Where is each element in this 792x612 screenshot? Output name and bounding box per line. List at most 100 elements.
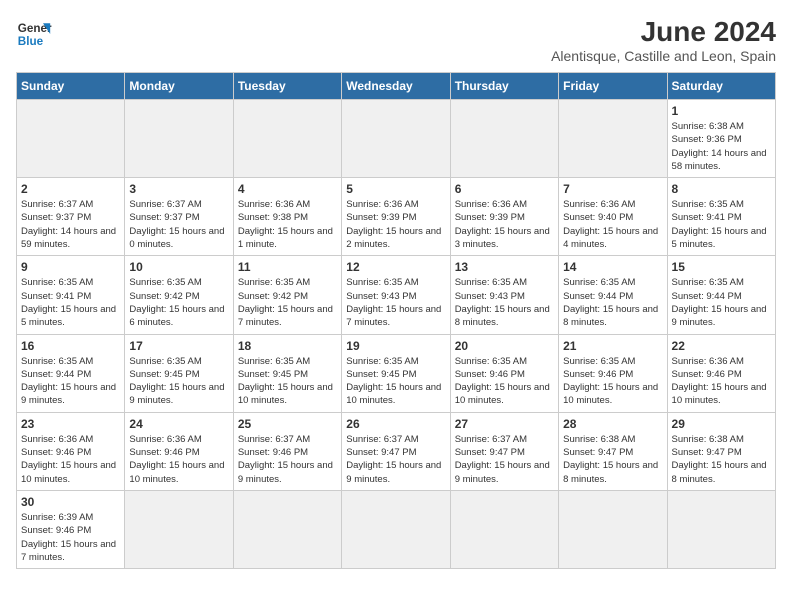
day-number: 7: [563, 182, 662, 196]
calendar-day-cell: 1 Sunrise: 6:38 AM Sunset: 9:36 PM Daylig…: [667, 100, 775, 178]
calendar-header-row: SundayMondayTuesdayWednesdayThursdayFrid…: [17, 73, 776, 100]
day-number: 1: [672, 104, 771, 118]
calendar-day-cell: 2 Sunrise: 6:37 AM Sunset: 9:37 PM Daylig…: [17, 178, 125, 256]
day-number: 16: [21, 339, 120, 353]
calendar-day-cell: 27 Sunrise: 6:37 AM Sunset: 9:47 PM Dayli…: [450, 412, 558, 490]
sun-info: Sunrise: 6:35 AM Sunset: 9:41 PM Dayligh…: [672, 199, 767, 250]
calendar-day-cell: [342, 490, 450, 568]
sun-info: Sunrise: 6:35 AM Sunset: 9:45 PM Dayligh…: [129, 356, 224, 407]
calendar-day-cell: [559, 100, 667, 178]
calendar-day-cell: 24 Sunrise: 6:36 AM Sunset: 9:46 PM Dayli…: [125, 412, 233, 490]
calendar-day-cell: 19 Sunrise: 6:35 AM Sunset: 9:45 PM Dayli…: [342, 334, 450, 412]
day-number: 6: [455, 182, 554, 196]
sun-info: Sunrise: 6:35 AM Sunset: 9:43 PM Dayligh…: [455, 277, 550, 328]
weekday-header-sunday: Sunday: [17, 73, 125, 100]
sun-info: Sunrise: 6:38 AM Sunset: 9:47 PM Dayligh…: [672, 434, 767, 485]
calendar-day-cell: 4Sunrise: 6:36 AM Sunset: 9:38 PM Daylig…: [233, 178, 341, 256]
calendar-day-cell: 16 Sunrise: 6:35 AM Sunset: 9:44 PM Dayli…: [17, 334, 125, 412]
day-number: 14: [563, 260, 662, 274]
calendar-day-cell: 23 Sunrise: 6:36 AM Sunset: 9:46 PM Dayli…: [17, 412, 125, 490]
calendar-day-cell: 6 Sunrise: 6:36 AM Sunset: 9:39 PM Daylig…: [450, 178, 558, 256]
day-number: 21: [563, 339, 662, 353]
day-number: 26: [346, 417, 445, 431]
sun-info: Sunrise: 6:39 AM Sunset: 9:46 PM Dayligh…: [21, 512, 116, 563]
day-number: 8: [672, 182, 771, 196]
sun-info: Sunrise: 6:35 AM Sunset: 9:42 PM Dayligh…: [238, 277, 333, 328]
calendar-subtitle: Alentisque, Castille and Leon, Spain: [551, 48, 776, 64]
day-number: 10: [129, 260, 228, 274]
sun-info: Sunrise: 6:35 AM Sunset: 9:42 PM Dayligh…: [129, 277, 224, 328]
calendar-day-cell: [233, 490, 341, 568]
sun-info: Sunrise: 6:37 AM Sunset: 9:46 PM Dayligh…: [238, 434, 333, 485]
sun-info: Sunrise: 6:35 AM Sunset: 9:41 PM Dayligh…: [21, 277, 116, 328]
calendar-table: SundayMondayTuesdayWednesdayThursdayFrid…: [16, 72, 776, 569]
generalblue-logo-icon: General Blue: [16, 16, 52, 52]
day-number: 15: [672, 260, 771, 274]
calendar-week-row: 16 Sunrise: 6:35 AM Sunset: 9:44 PM Dayli…: [17, 334, 776, 412]
calendar-day-cell: 9 Sunrise: 6:35 AM Sunset: 9:41 PM Daylig…: [17, 256, 125, 334]
day-number: 2: [21, 182, 120, 196]
calendar-day-cell: [450, 490, 558, 568]
sun-info: Sunrise: 6:38 AM Sunset: 9:36 PM Dayligh…: [672, 121, 767, 172]
calendar-day-cell: 30 Sunrise: 6:39 AM Sunset: 9:46 PM Dayli…: [17, 490, 125, 568]
day-number: 18: [238, 339, 337, 353]
calendar-day-cell: 28Sunrise: 6:38 AM Sunset: 9:47 PM Dayli…: [559, 412, 667, 490]
sun-info: Sunrise: 6:37 AM Sunset: 9:37 PM Dayligh…: [21, 199, 116, 250]
calendar-day-cell: 10 Sunrise: 6:35 AM Sunset: 9:42 PM Dayli…: [125, 256, 233, 334]
calendar-day-cell: 20Sunrise: 6:35 AM Sunset: 9:46 PM Dayli…: [450, 334, 558, 412]
header: General Blue June 2024 Alentisque, Casti…: [16, 16, 776, 64]
day-number: 23: [21, 417, 120, 431]
calendar-week-row: 23 Sunrise: 6:36 AM Sunset: 9:46 PM Dayli…: [17, 412, 776, 490]
calendar-title: June 2024: [551, 16, 776, 48]
sun-info: Sunrise: 6:35 AM Sunset: 9:44 PM Dayligh…: [563, 277, 658, 328]
sun-info: Sunrise: 6:36 AM Sunset: 9:46 PM Dayligh…: [129, 434, 224, 485]
day-number: 27: [455, 417, 554, 431]
day-number: 19: [346, 339, 445, 353]
sun-info: Sunrise: 6:36 AM Sunset: 9:46 PM Dayligh…: [672, 356, 767, 407]
day-number: 24: [129, 417, 228, 431]
day-number: 17: [129, 339, 228, 353]
weekday-header-friday: Friday: [559, 73, 667, 100]
calendar-day-cell: 7 Sunrise: 6:36 AM Sunset: 9:40 PM Daylig…: [559, 178, 667, 256]
day-number: 9: [21, 260, 120, 274]
sun-info: Sunrise: 6:35 AM Sunset: 9:44 PM Dayligh…: [672, 277, 767, 328]
calendar-day-cell: [125, 100, 233, 178]
day-number: 3: [129, 182, 228, 196]
calendar-day-cell: [667, 490, 775, 568]
calendar-day-cell: 18Sunrise: 6:35 AM Sunset: 9:45 PM Dayli…: [233, 334, 341, 412]
calendar-day-cell: 13Sunrise: 6:35 AM Sunset: 9:43 PM Dayli…: [450, 256, 558, 334]
sun-info: Sunrise: 6:38 AM Sunset: 9:47 PM Dayligh…: [563, 434, 658, 485]
calendar-week-row: 1 Sunrise: 6:38 AM Sunset: 9:36 PM Daylig…: [17, 100, 776, 178]
sun-info: Sunrise: 6:35 AM Sunset: 9:46 PM Dayligh…: [563, 356, 658, 407]
day-number: 4: [238, 182, 337, 196]
sun-info: Sunrise: 6:36 AM Sunset: 9:46 PM Dayligh…: [21, 434, 116, 485]
weekday-header-thursday: Thursday: [450, 73, 558, 100]
calendar-day-cell: 21 Sunrise: 6:35 AM Sunset: 9:46 PM Dayli…: [559, 334, 667, 412]
weekday-header-saturday: Saturday: [667, 73, 775, 100]
calendar-week-row: 9 Sunrise: 6:35 AM Sunset: 9:41 PM Daylig…: [17, 256, 776, 334]
sun-info: Sunrise: 6:36 AM Sunset: 9:40 PM Dayligh…: [563, 199, 658, 250]
calendar-week-row: 2 Sunrise: 6:37 AM Sunset: 9:37 PM Daylig…: [17, 178, 776, 256]
calendar-day-cell: 17 Sunrise: 6:35 AM Sunset: 9:45 PM Dayli…: [125, 334, 233, 412]
sun-info: Sunrise: 6:35 AM Sunset: 9:46 PM Dayligh…: [455, 356, 550, 407]
calendar-day-cell: [342, 100, 450, 178]
calendar-day-cell: [233, 100, 341, 178]
sun-info: Sunrise: 6:36 AM Sunset: 9:39 PM Dayligh…: [455, 199, 550, 250]
calendar-day-cell: 26 Sunrise: 6:37 AM Sunset: 9:47 PM Dayli…: [342, 412, 450, 490]
sun-info: Sunrise: 6:37 AM Sunset: 9:47 PM Dayligh…: [455, 434, 550, 485]
calendar-day-cell: [559, 490, 667, 568]
weekday-header-wednesday: Wednesday: [342, 73, 450, 100]
sun-info: Sunrise: 6:35 AM Sunset: 9:44 PM Dayligh…: [21, 356, 116, 407]
sun-info: Sunrise: 6:37 AM Sunset: 9:47 PM Dayligh…: [346, 434, 441, 485]
day-number: 11: [238, 260, 337, 274]
sun-info: Sunrise: 6:35 AM Sunset: 9:45 PM Dayligh…: [346, 356, 441, 407]
title-area: June 2024 Alentisque, Castille and Leon,…: [551, 16, 776, 64]
day-number: 30: [21, 495, 120, 509]
svg-text:Blue: Blue: [18, 35, 44, 48]
calendar-day-cell: [17, 100, 125, 178]
calendar-day-cell: 3Sunrise: 6:37 AM Sunset: 9:37 PM Daylig…: [125, 178, 233, 256]
calendar-day-cell: 12Sunrise: 6:35 AM Sunset: 9:43 PM Dayli…: [342, 256, 450, 334]
calendar-day-cell: 14 Sunrise: 6:35 AM Sunset: 9:44 PM Dayli…: [559, 256, 667, 334]
day-number: 12: [346, 260, 445, 274]
calendar-day-cell: 25Sunrise: 6:37 AM Sunset: 9:46 PM Dayli…: [233, 412, 341, 490]
